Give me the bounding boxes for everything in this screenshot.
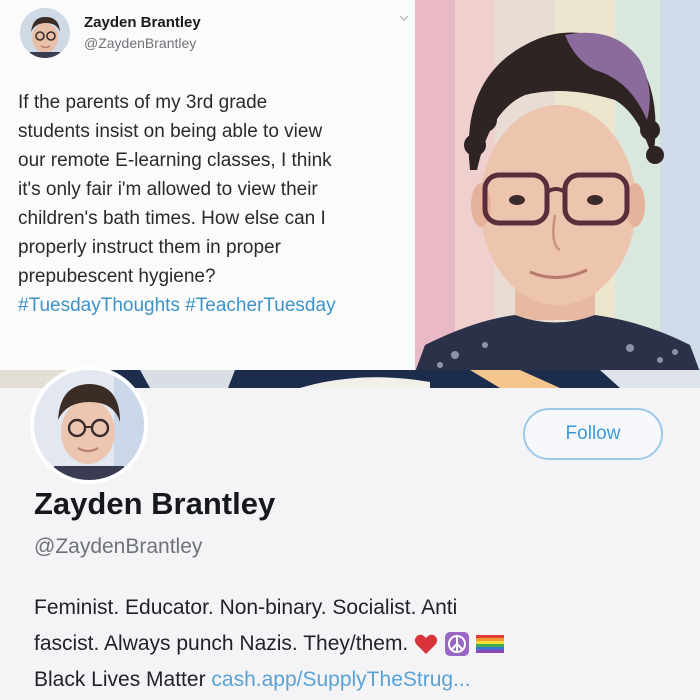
heart-icon [414,635,438,655]
tweet-line: children's bath times. How else can I [18,208,326,229]
tweet-line: students insist on being able to view [18,121,323,142]
bio-line-with-emoji: fascist. Always punch Nazis. They/them. [34,626,674,662]
profile-display-name: Zayden Brantley [34,486,276,521]
tweet-line: If the parents of my 3rd grade [18,92,268,113]
tweet-line: properly instruct them in proper [18,237,281,258]
tweet-line: it's only fair i'm allowed to view their [18,179,318,200]
tweet-text: If the parents of my 3rd grade students … [18,88,410,320]
profile-bio: Feminist. Educator. Non-binary. Socialis… [34,590,674,698]
follow-button[interactable]: Follow [523,408,663,460]
tweet-hashtags[interactable]: #TuesdayThoughts #TeacherTuesday [18,291,410,320]
tweet-line: prepubescent hygiene? [18,266,216,287]
profile-handle: @ZaydenBrantley [34,535,203,558]
profile-card: Follow Zayden Brantley @ZaydenBrantley F… [0,366,700,700]
tweet-avatar[interactable] [20,8,70,58]
profile-avatar[interactable] [30,366,148,484]
tweet-author-name[interactable]: Zayden Brantley [84,14,201,31]
bio-text: Black Lives Matter [34,668,206,691]
bio-link[interactable]: cash.app/SupplyTheStrug... [211,668,470,691]
bio-line: fascist. Always punch Nazis. They/them. [34,632,409,655]
tweet-line: our remote E-learning classes, I think [18,150,332,171]
chevron-down-icon[interactable] [398,12,410,24]
peace-sign-icon [444,632,469,657]
bio-line-with-link: Black Lives Matter cash.app/SupplyTheStr… [34,662,674,698]
profile-photo [415,0,700,372]
bio-line: Feminist. Educator. Non-binary. Socialis… [34,596,458,619]
tweet-author-handle[interactable]: @ZaydenBrantley [84,35,196,51]
tweet-card: Zayden Brantley @ZaydenBrantley If the p… [0,0,415,370]
rainbow-flag-icon [475,635,504,654]
